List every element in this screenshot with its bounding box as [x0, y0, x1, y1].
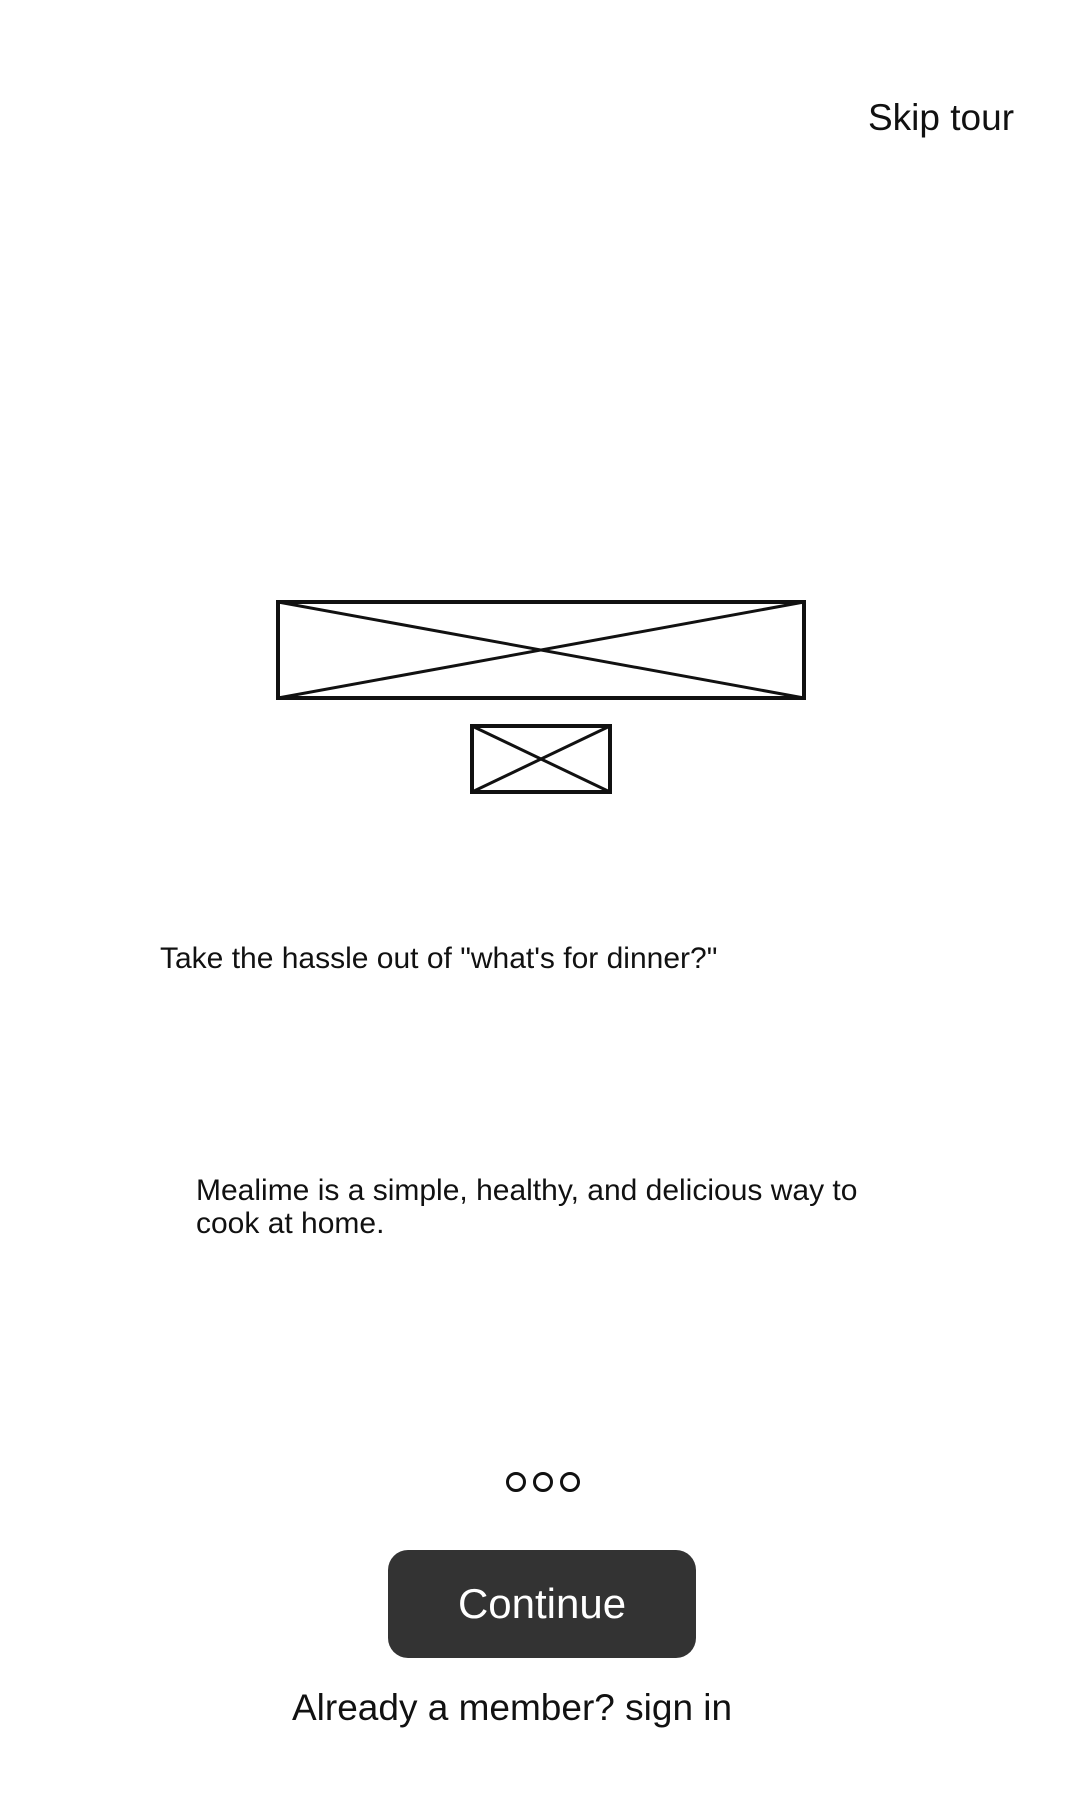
onboarding-headline: Take the hassle out of "what's for dinne… — [160, 942, 718, 975]
skip-tour-link[interactable]: Skip tour — [868, 96, 1014, 140]
page-indicator — [506, 1472, 580, 1492]
page-indicator-dot — [533, 1472, 553, 1492]
onboarding-description: Mealime is a simple, healthy, and delici… — [196, 1174, 858, 1240]
sign-in-link[interactable]: Already a member? sign in — [292, 1686, 732, 1730]
logo-image-placeholder — [470, 724, 612, 794]
banner-image-placeholder — [276, 600, 806, 700]
page-indicator-dot — [506, 1472, 526, 1492]
page-indicator-dot — [560, 1472, 580, 1492]
continue-button[interactable]: Continue — [388, 1550, 696, 1658]
